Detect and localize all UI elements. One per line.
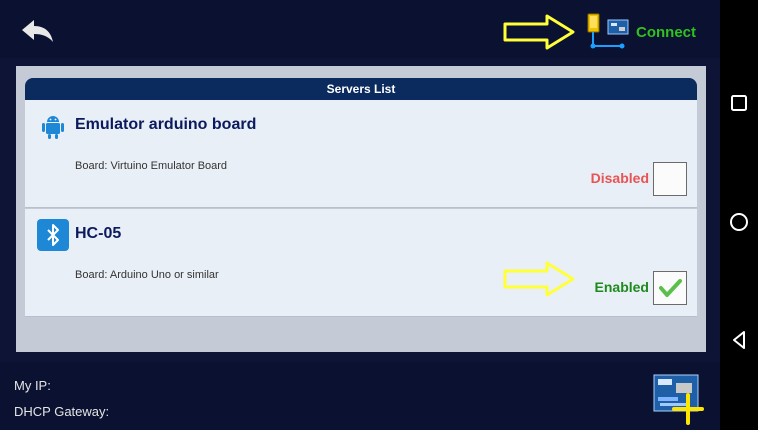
- bluetooth-icon: [47, 224, 59, 246]
- state-label: Enabled: [594, 279, 649, 295]
- server-row[interactable]: HC-05 Board: Arduino Uno or similar Enab…: [25, 209, 697, 317]
- connect-label: Connect: [636, 23, 696, 41]
- enable-checkbox[interactable]: [653, 162, 687, 196]
- yellow-arrow-icon: [503, 261, 575, 297]
- phone-to-board-icon: [587, 13, 629, 49]
- server-board: Board: Arduino Uno or similar: [75, 269, 219, 281]
- yellow-arrow-icon: [503, 14, 575, 50]
- system-nav-bar: [720, 0, 758, 430]
- top-bar: Connect: [0, 0, 720, 58]
- dhcp-gateway-label: DHCP Gateway:: [14, 404, 110, 419]
- enable-checkbox[interactable]: [653, 271, 687, 305]
- state-label: Disabled: [590, 170, 649, 186]
- check-icon: [659, 279, 682, 297]
- add-board-icon[interactable]: [652, 371, 704, 425]
- server-title: Emulator arduino board: [75, 116, 257, 133]
- home-icon[interactable]: [726, 209, 752, 235]
- my-ip-label: My IP:: [14, 378, 51, 393]
- connect-button[interactable]: Connect: [584, 12, 696, 52]
- server-title: HC-05: [75, 225, 122, 242]
- app-window: Connect Servers List Emulator arduino bo…: [0, 0, 720, 430]
- servers-panel: Servers List Emulator arduino board Boar…: [16, 66, 706, 352]
- footer-bar: My IP: DHCP Gateway:: [0, 362, 720, 430]
- back-nav-icon[interactable]: [726, 327, 752, 353]
- recent-apps-icon[interactable]: [726, 90, 752, 116]
- server-board: Board: Virtuino Emulator Board: [75, 160, 228, 172]
- bluetooth-badge: [37, 219, 69, 251]
- servers-list-header: Servers List: [25, 78, 697, 100]
- server-row[interactable]: Emulator arduino board Board: Virtuino E…: [25, 100, 697, 208]
- android-icon: [42, 116, 64, 139]
- back-arrow-icon[interactable]: [20, 18, 56, 44]
